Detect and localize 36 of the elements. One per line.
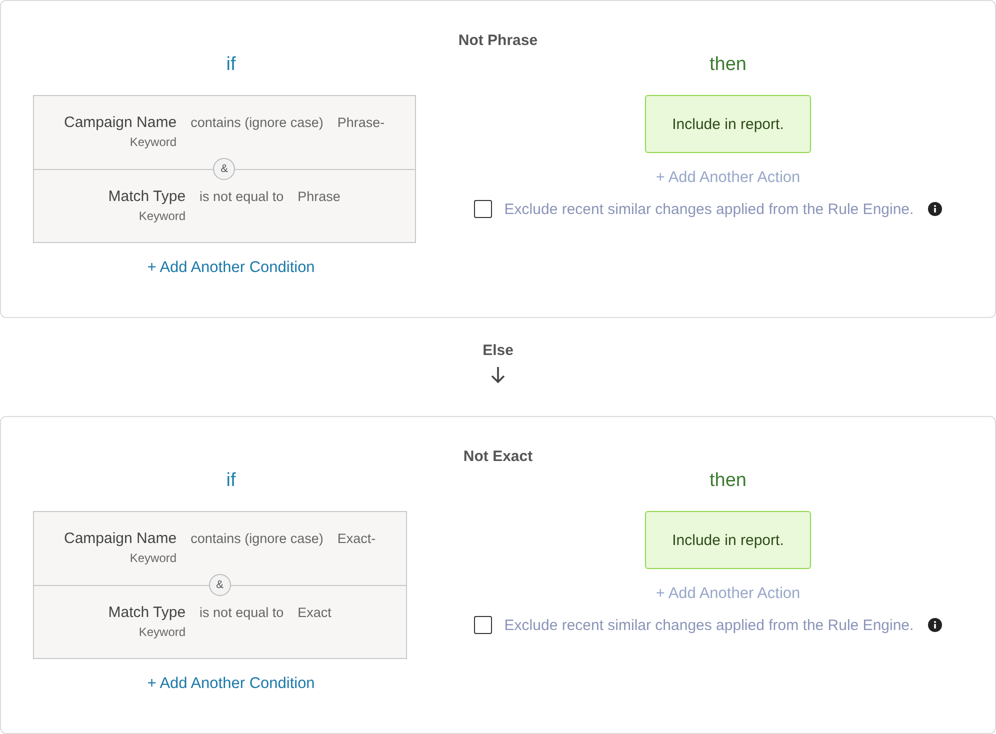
add-condition-link[interactable]: + Add Another Condition [147,259,315,277]
entity-label: Keyword [138,625,186,639]
if-label: if [226,53,236,77]
action-card[interactable]: Include in report. [645,95,811,153]
info-icon[interactable] [928,618,942,632]
condition-value: Exact- [337,531,376,546]
condition-field: Match Type [108,188,186,205]
and-badge: & [208,574,231,596]
if-label: if [226,469,236,493]
entity-label: Keyword [130,135,177,149]
checkbox-label: Exclude recent similar changes applied from the Rule Engine. [504,616,914,634]
condition-field: Campaign Name [64,114,177,131]
entity-label: Keyword [138,209,186,223]
condition-operator: contains (ignore case) [190,115,324,130]
rule-title: Not Phrase [457,32,539,50]
condition-operator: is not equal to [200,605,284,620]
condition-value: Exact [298,605,332,620]
condition-value: Phrase [298,189,340,204]
else-label: Else [482,342,514,360]
info-icon[interactable] [928,202,942,216]
condition-value: Phrase- [337,115,385,130]
and-badge: & [213,158,236,180]
checkbox[interactable] [474,616,492,634]
down-arrow-icon [490,366,506,384]
then-label: then [710,53,746,77]
condition-field: Match Type [108,604,186,621]
entity-label: Keyword [130,551,177,565]
condition-field: Campaign Name [64,530,177,547]
checkbox[interactable] [474,200,492,218]
rule-title: Not Exact [462,448,534,466]
then-label: then [710,469,746,493]
condition-operator: is not equal to [200,189,284,204]
checkbox-label: Exclude recent similar changes applied from the Rule Engine. [504,200,914,218]
add-condition-link[interactable]: + Add Another Condition [147,675,315,693]
condition-operator: contains (ignore case) [190,531,324,546]
action-card[interactable]: Include in report. [645,511,811,569]
